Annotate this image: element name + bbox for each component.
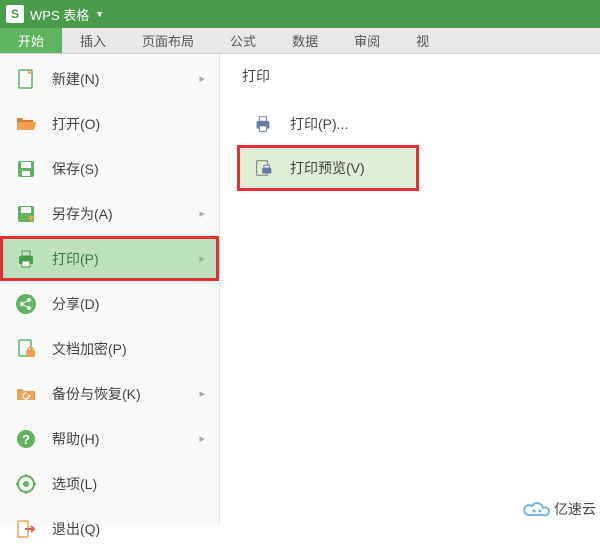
sidebar-item-save[interactable]: 保存(S) [0, 146, 219, 191]
chevron-right-icon: ▸ [199, 207, 205, 220]
sidebar-label: 选项(L) [52, 474, 205, 494]
sidebar-item-share[interactable]: 分享(D) [0, 281, 219, 326]
panel-item-print[interactable]: 打印(P)... [238, 102, 600, 146]
print-preview-icon [252, 157, 274, 179]
open-folder-icon [14, 112, 38, 136]
exit-icon [14, 517, 38, 541]
tab-data[interactable]: 数据 [274, 28, 336, 53]
sidebar-item-open[interactable]: 打开(O) [0, 101, 219, 146]
sidebar-label: 打印(P) [52, 249, 199, 269]
sidebar-item-backup[interactable]: 备份与恢复(K) ▸ [0, 371, 219, 416]
svg-text:?: ? [22, 432, 30, 447]
submenu-panel: 打印 打印(P)... 打印预览(V) [220, 54, 600, 525]
cloud-icon [522, 500, 550, 518]
sidebar-label: 打开(O) [52, 114, 205, 134]
panel-label: 打印(P)... [290, 114, 348, 134]
printer-icon [252, 113, 274, 135]
share-icon [14, 292, 38, 316]
panel-title: 打印 [238, 66, 600, 86]
backup-folder-icon [14, 382, 38, 406]
tab-insert[interactable]: 插入 [62, 28, 124, 53]
ribbon-tabs: 开始 插入 页面布局 公式 数据 审阅 视 [0, 28, 600, 54]
sidebar-label: 退出(Q) [52, 519, 205, 539]
titlebar-dropdown-icon[interactable]: ▼ [95, 9, 104, 19]
chevron-right-icon: ▸ [199, 72, 205, 85]
saveas-disk-icon [14, 202, 38, 226]
file-sidebar: 新建(N) ▸ 打开(O) 保存(S) 另存为(A) ▸ [0, 54, 220, 525]
sidebar-item-print[interactable]: 打印(P) ▸ [0, 236, 219, 281]
watermark-text: 亿速云 [554, 499, 596, 519]
sidebar-label: 新建(N) [52, 69, 199, 89]
watermark: 亿速云 [522, 499, 596, 519]
save-disk-icon [14, 157, 38, 181]
app-title: WPS 表格 [30, 5, 89, 24]
sidebar-item-saveas[interactable]: 另存为(A) ▸ [0, 191, 219, 236]
chevron-right-icon: ▸ [199, 387, 205, 400]
sidebar-item-help[interactable]: ? 帮助(H) ▸ [0, 416, 219, 461]
gear-icon [14, 472, 38, 496]
tab-layout[interactable]: 页面布局 [124, 28, 212, 53]
tab-view[interactable]: 视 [398, 28, 447, 53]
chevron-right-icon: ▸ [199, 432, 205, 445]
tab-review[interactable]: 审阅 [336, 28, 398, 53]
document-lock-icon [14, 337, 38, 361]
printer-icon [14, 247, 38, 271]
sidebar-label: 另存为(A) [52, 204, 199, 224]
sidebar-item-exit[interactable]: 退出(Q) [0, 506, 219, 551]
tab-formula[interactable]: 公式 [212, 28, 274, 53]
app-logo: S [6, 5, 24, 23]
tab-start[interactable]: 开始 [0, 28, 62, 53]
titlebar: S WPS 表格 ▼ [0, 0, 600, 28]
sidebar-label: 分享(D) [52, 294, 205, 314]
sidebar-item-new[interactable]: 新建(N) ▸ [0, 56, 219, 101]
main-area: 新建(N) ▸ 打开(O) 保存(S) 另存为(A) ▸ [0, 54, 600, 525]
sidebar-label: 备份与恢复(K) [52, 384, 199, 404]
sidebar-item-encrypt[interactable]: 文档加密(P) [0, 326, 219, 371]
new-file-icon [14, 67, 38, 91]
sidebar-item-options[interactable]: 选项(L) [0, 461, 219, 506]
panel-item-print-preview[interactable]: 打印预览(V) [238, 146, 418, 190]
panel-label: 打印预览(V) [290, 158, 365, 178]
sidebar-label: 帮助(H) [52, 429, 199, 449]
chevron-right-icon: ▸ [199, 252, 205, 265]
sidebar-label: 文档加密(P) [52, 339, 205, 359]
sidebar-label: 保存(S) [52, 159, 205, 179]
help-icon: ? [14, 427, 38, 451]
